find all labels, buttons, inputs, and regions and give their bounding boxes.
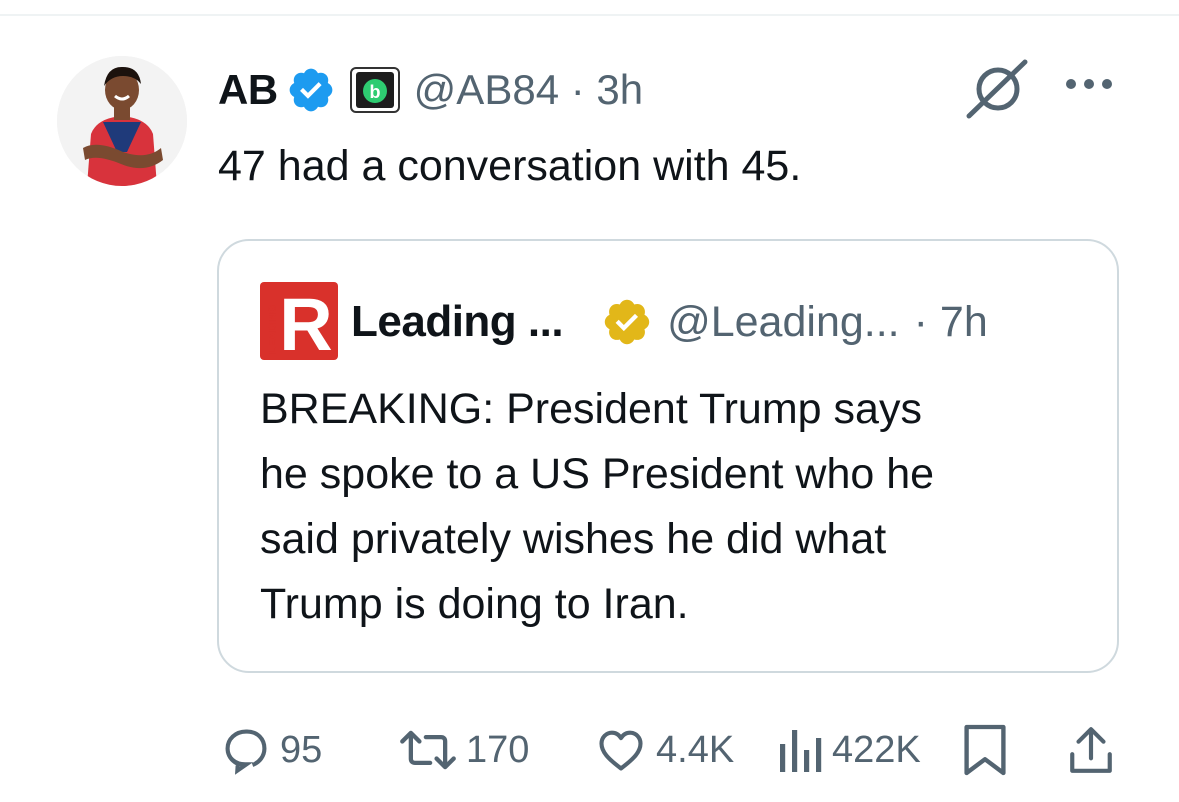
like-button[interactable]: 4.4K: [594, 718, 734, 782]
reply-count: 95: [280, 728, 323, 771]
bookmark-icon: [964, 724, 1006, 776]
quote-text-line: BREAKING: President Trump says: [260, 385, 922, 433]
quote-time: · 7h: [914, 298, 988, 347]
quote-header: Leading ... @Leading... · 7h: [351, 293, 988, 351]
views-count: 422K: [832, 728, 921, 771]
quote-text-line: said privately wishes he did what: [260, 515, 887, 563]
bookmark-button[interactable]: [962, 718, 1008, 782]
separator-dot: ·: [570, 66, 585, 113]
more-icon[interactable]: [1064, 74, 1114, 99]
avatar-image: [57, 56, 187, 186]
share-button[interactable]: [1066, 718, 1116, 782]
action-bar: 95 170 4.4K 422K: [0, 718, 1179, 782]
logo-letter: R: [279, 283, 332, 360]
quote-text-line: he spoke to a US President who he: [260, 450, 935, 498]
affiliate-badge-icon[interactable]: b: [349, 67, 400, 113]
like-icon: [599, 730, 643, 771]
quote-card[interactable]: R LEADING Leading ... @Leading... · 7h B…: [217, 239, 1119, 673]
quote-text: BREAKING: President Trump says he spoke …: [260, 377, 1100, 637]
timestamp[interactable]: 3h: [596, 66, 643, 113]
repost-count: 170: [466, 728, 530, 771]
repost-icon: [400, 730, 456, 770]
reply-button[interactable]: 95: [220, 718, 322, 782]
quote-handle[interactable]: @Leading...: [667, 298, 900, 347]
gold-verified-badge-icon[interactable]: [601, 296, 653, 348]
top-divider: [0, 14, 1179, 16]
tweet-text: 47 had a conversation with 45.: [218, 142, 802, 190]
display-name[interactable]: AB: [218, 66, 278, 114]
avatar[interactable]: [57, 56, 187, 186]
quote-text-line: Trump is doing to Iran.: [260, 580, 689, 628]
repost-button[interactable]: 170: [398, 718, 529, 782]
quote-timestamp[interactable]: 7h: [940, 298, 988, 346]
tweet-header: AB b @AB84 · 3h: [218, 62, 643, 118]
handle-time: @AB84 · 3h: [414, 66, 643, 114]
logo-text: LEADING: [267, 305, 279, 355]
share-icon: [1070, 727, 1112, 773]
quote-name[interactable]: Leading ...: [351, 297, 564, 347]
like-count: 4.4K: [656, 728, 735, 771]
separator-dot: ·: [913, 297, 928, 346]
handle[interactable]: @AB84: [414, 66, 559, 113]
views-icon: [780, 730, 822, 772]
reply-icon: [225, 729, 267, 775]
views-button[interactable]: 422K: [776, 718, 921, 782]
verified-badge-icon[interactable]: [286, 65, 336, 115]
svg-text:b: b: [369, 82, 380, 102]
quote-logo[interactable]: R LEADING: [260, 282, 338, 366]
grok-icon[interactable]: [965, 58, 1031, 125]
